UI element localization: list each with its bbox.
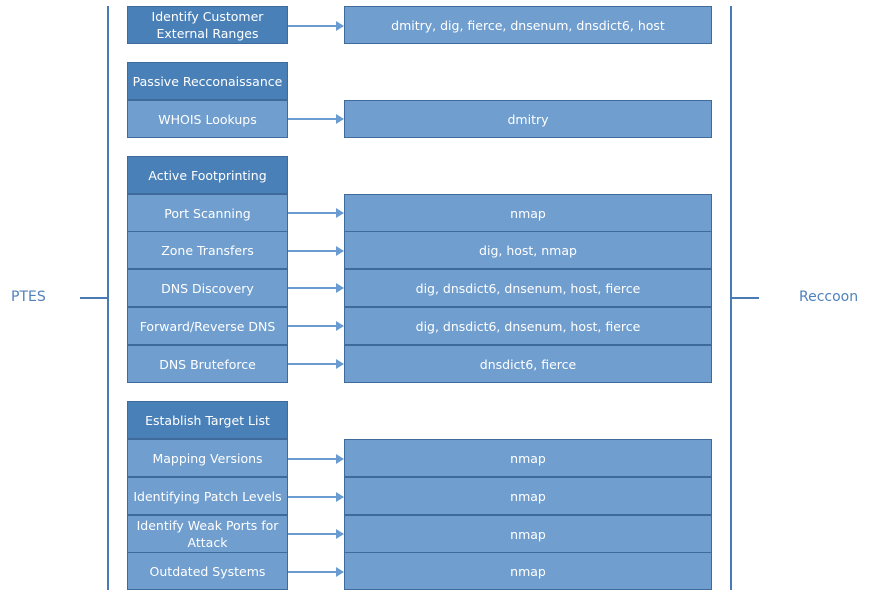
arrow <box>288 321 344 331</box>
arrow <box>288 492 344 502</box>
arrow <box>288 283 344 293</box>
tools-identifying-patch-levels: nmap <box>344 477 712 515</box>
arrow <box>288 529 344 539</box>
phase-mapping-versions: Mapping Versions <box>127 439 288 477</box>
phase-dns-bruteforce: DNS Bruteforce <box>127 345 288 383</box>
arrow <box>288 208 344 218</box>
tools-identify-weak-ports: nmap <box>344 515 712 553</box>
arrow <box>288 21 344 31</box>
phase-outdated-systems: Outdated Systems <box>127 552 288 590</box>
tools-dns-bruteforce: dnsdict6, fierce <box>344 345 712 383</box>
ptes-label: PTES <box>11 289 46 305</box>
phase-identify-weak-ports: Identify Weak Ports for Attack <box>127 515 288 553</box>
phase-forward-reverse-dns: Forward/Reverse DNS <box>127 307 288 345</box>
phase-whois-lookups: WHOIS Lookups <box>127 100 288 138</box>
tools-mapping-versions: nmap <box>344 439 712 477</box>
ptes-connector-line <box>80 297 108 299</box>
phase-zone-transfers: Zone Transfers <box>127 231 288 269</box>
phase-identify-external-ranges: Identify Customer External Ranges <box>127 6 288 44</box>
phase-dns-discovery: DNS Discovery <box>127 269 288 307</box>
reccoon-label: Reccoon <box>799 289 859 305</box>
tools-identify-external-ranges: dmitry, dig, fierce, dnsenum, dnsdict6, … <box>344 6 712 44</box>
arrow <box>288 567 344 577</box>
arrow <box>288 246 344 256</box>
group-header-passive-recon: Passive Recconaissance <box>127 62 288 100</box>
phase-port-scanning: Port Scanning <box>127 194 288 232</box>
arrow <box>288 114 344 124</box>
arrow <box>288 359 344 369</box>
tools-whois-lookups: dmitry <box>344 100 712 138</box>
group-header-establish-target-list: Establish Target List <box>127 401 288 439</box>
reccoon-connector-line <box>731 297 759 299</box>
tools-zone-transfers: dig, host, nmap <box>344 231 712 269</box>
group-header-active-footprinting: Active Footprinting <box>127 156 288 194</box>
tools-dns-discovery: dig, dnsdict6, dnsenum, host, fierce <box>344 269 712 307</box>
tools-forward-reverse-dns: dig, dnsdict6, dnsenum, host, fierce <box>344 307 712 345</box>
phase-identifying-patch-levels: Identifying Patch Levels <box>127 477 288 515</box>
arrow <box>288 454 344 464</box>
tools-port-scanning: nmap <box>344 194 712 232</box>
tools-outdated-systems: nmap <box>344 552 712 590</box>
